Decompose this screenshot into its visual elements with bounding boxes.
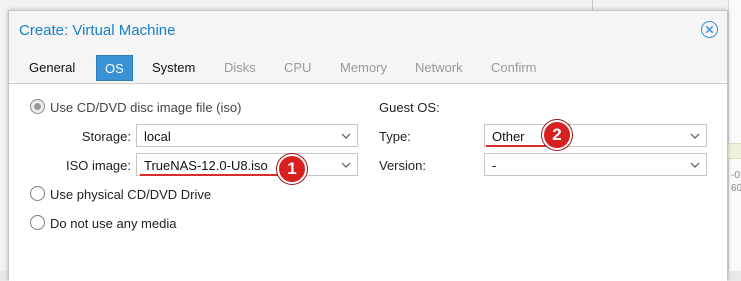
tab-memory: Memory — [340, 60, 387, 75]
tab-cpu: CPU — [284, 60, 312, 75]
iso-media-radio[interactable] — [30, 99, 45, 114]
iso-media-label: Use CD/DVD disc image file (iso) — [50, 100, 242, 115]
chevron-down-icon — [341, 133, 351, 139]
physical-drive-label: Use physical CD/DVD Drive — [50, 187, 212, 202]
annotation-badge-2: 2 — [542, 120, 572, 150]
iso-image-select[interactable]: TrueNAS-12.0-U8.iso — [136, 153, 358, 176]
chevron-down-icon — [341, 162, 351, 168]
iso-highlight-underline — [140, 174, 283, 176]
background-right-panel — [728, 0, 741, 271]
no-media-radio[interactable] — [30, 215, 45, 230]
tab-system[interactable]: System — [144, 55, 203, 81]
os-type-select[interactable]: Other — [484, 124, 707, 147]
tab-network: Network — [415, 60, 463, 75]
close-icon[interactable] — [701, 21, 718, 38]
chevron-down-icon — [690, 133, 700, 139]
wizard-tabs: General OS System Disks CPU Memory Netwo… — [9, 49, 727, 84]
os-version-label: Version: — [379, 158, 426, 173]
physical-drive-radio[interactable] — [30, 186, 45, 201]
tab-confirm: Confirm — [491, 60, 537, 75]
chevron-down-icon — [690, 162, 700, 168]
os-version-value: - — [492, 158, 497, 173]
os-version-select[interactable]: - — [484, 153, 707, 176]
create-vm-dialog: Create: Virtual Machine General OS Syste… — [8, 10, 728, 281]
iso-image-value: TrueNAS-12.0-U8.iso — [144, 158, 268, 173]
dialog-title: Create: Virtual Machine — [19, 22, 176, 39]
os-panel: Use CD/DVD disc image file (iso) Storage… — [9, 85, 727, 281]
tab-os[interactable]: OS — [96, 55, 133, 81]
background-text-1: -0: — [731, 170, 741, 181]
background-text-2: 60: — [731, 183, 741, 194]
iso-image-label: ISO image: — [65, 158, 131, 173]
os-type-label: Type: — [379, 129, 411, 144]
background-highlight-row — [728, 143, 741, 159]
storage-label: Storage: — [81, 129, 131, 144]
guest-os-heading: Guest OS: — [379, 100, 440, 115]
tab-disks: Disks — [224, 60, 256, 75]
annotation-badge-1: 1 — [277, 154, 307, 184]
dialog-header: Create: Virtual Machine — [9, 11, 727, 49]
storage-select[interactable]: local — [136, 124, 358, 147]
no-media-label: Do not use any media — [50, 216, 177, 231]
storage-value: local — [144, 129, 171, 144]
os-type-highlight-underline — [486, 145, 548, 147]
os-type-value: Other — [492, 129, 525, 144]
tab-general[interactable]: General — [21, 55, 83, 81]
